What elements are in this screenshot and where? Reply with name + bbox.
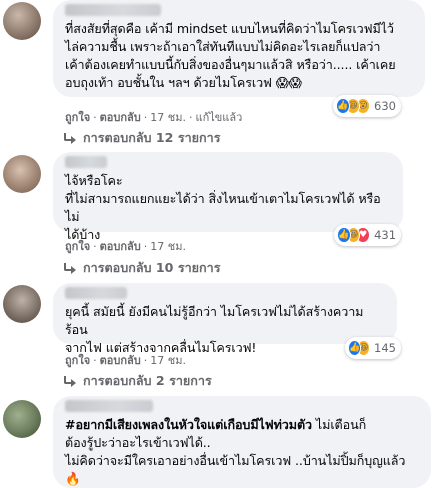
comment-text: #อยากมีเสียงเพลงในหัวใจแต่เกือบมีไฟท่วมต… [65,416,419,488]
reaction-count: 630 [374,99,396,113]
comment-time[interactable]: 17 ชม. [150,351,186,369]
comment-bubble: ที่สงสัยที่สุดคือ เค้ามี mindset แบบไหนท… [53,0,425,97]
commenter-name-blurred[interactable] [65,287,127,299]
like-icon: 👍 [337,227,351,243]
comment-time[interactable]: 17 ชม. [150,237,186,255]
comment-actions: ถูกใจ · ตอบกลับ · 17 ชม. [65,351,186,369]
reaction-count: 145 [374,341,396,355]
commenter-name-blurred[interactable] [65,156,107,168]
replies-label: การตอบกลับ 2 รายการ [83,373,212,388]
avatar[interactable] [3,285,41,323]
view-replies-button[interactable]: การตอบกลับ 10 รายการ [63,258,221,278]
reaction-summary[interactable]: 👍 😆 ♥ 431 [334,224,401,246]
reaction-summary[interactable]: 👍 😆 😮 630 [333,95,401,117]
hashtag-link[interactable]: #อยากมีเสียงเพลงในหัวใจแต่เกือบมีไฟท่วมต… [65,417,312,432]
comment-bubble: ยุคนี้ สมัยนี้ ยังมีคนไม่รู้อีกว่า ไมโคร… [53,283,397,355]
reply-link[interactable]: ตอบกลับ [100,237,141,255]
reply-arrow-icon [63,133,77,144]
comment-bubble: #อยากมีเสียงเพลงในหัวใจแต่เกือบมีไฟท่วมต… [53,396,431,488]
comment-bubble: ไจ้หรือโคะ ที่ไม่สามารถแยกแยะได้ว่า สิ่ง… [53,152,403,242]
reaction-count: 431 [374,228,397,242]
comment-actions: ถูกใจ · ตอบกลับ · 17 ชม. [65,237,186,255]
comment-time[interactable]: 17 ชม. [150,108,186,126]
like-link[interactable]: ถูกใจ [65,108,90,126]
edited-label: แก้ไขแล้ว [195,111,243,124]
avatar[interactable] [3,155,41,193]
like-icon: 👍 [336,98,351,114]
reply-arrow-icon [63,263,77,274]
replies-label: การตอบกลับ 12 รายการ [83,130,221,145]
comment-actions: ถูกใจ · ตอบกลับ · 17 ชม. · แก้ไขแล้ว [65,108,242,126]
view-replies-button[interactable]: การตอบกลับ 12 รายการ [63,128,221,148]
reply-arrow-icon [63,376,77,387]
reply-link[interactable]: ตอบกลับ [100,108,141,126]
reaction-summary[interactable]: 👍 😆 145 [345,337,401,359]
like-link[interactable]: ถูกใจ [65,351,90,369]
commenter-name-blurred[interactable] [65,4,161,16]
view-replies-button[interactable]: การตอบกลับ 2 รายการ [63,371,212,391]
comment-text: ยุคนี้ สมัยนี้ ยังมีคนไม่รู้อีกว่า ไมโคร… [65,304,364,355]
like-link[interactable]: ถูกใจ [65,237,90,255]
commenter-name-blurred[interactable] [65,400,153,412]
comment-text: ที่สงสัยที่สุดคือ เค้ามี mindset แบบไหนท… [65,21,396,90]
replies-label: การตอบกลับ 10 รายการ [83,260,221,275]
reply-link[interactable]: ตอบกลับ [100,351,141,369]
avatar[interactable] [3,2,41,40]
avatar[interactable] [3,400,41,438]
